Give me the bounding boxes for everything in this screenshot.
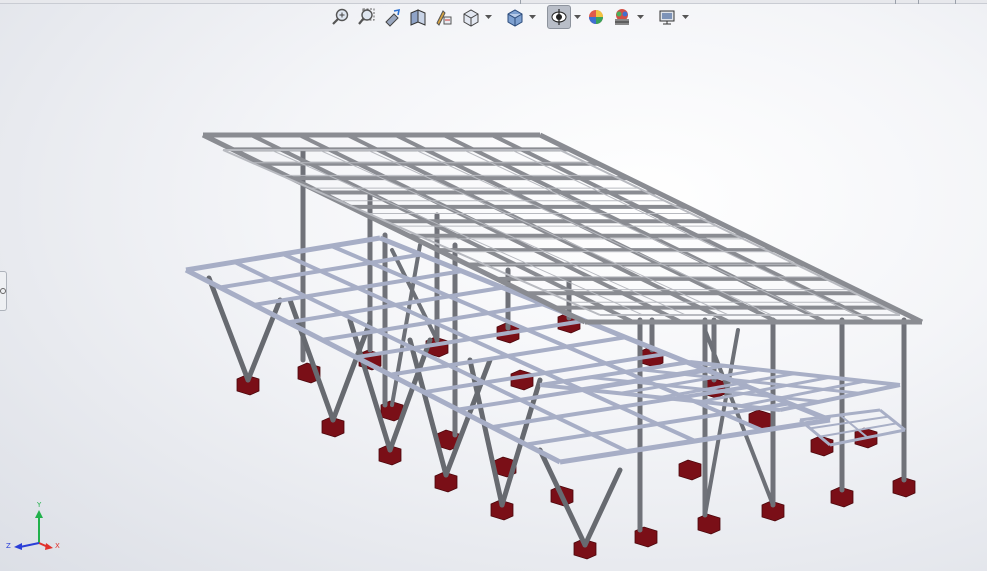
x-axis-label: X — [55, 542, 60, 550]
footing-block — [697, 513, 721, 535]
z-axis-label: Z — [6, 542, 11, 550]
y-axis-label: Y — [37, 501, 42, 509]
beam — [537, 447, 588, 548]
beam — [415, 149, 772, 316]
steel-structure-model[interactable] — [0, 0, 987, 571]
coordinate-triad: Y X Z — [4, 498, 64, 558]
beam — [559, 149, 901, 316]
beam — [511, 149, 858, 316]
beam — [879, 408, 906, 432]
graphics-area[interactable]: Y X Z — [0, 0, 987, 571]
beam — [582, 467, 623, 548]
footing-block — [510, 369, 534, 391]
beam — [703, 328, 740, 517]
beam — [367, 149, 729, 316]
beam — [319, 149, 686, 316]
footing-block — [678, 459, 702, 481]
